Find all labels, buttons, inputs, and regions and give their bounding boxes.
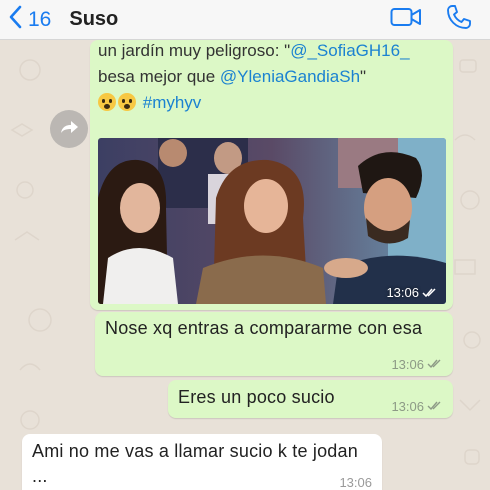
outgoing-message[interactable]: Eres un poco sucio 13:06 xyxy=(168,380,453,418)
forward-arrow-icon xyxy=(59,119,79,140)
forward-button[interactable] xyxy=(50,110,88,148)
unread-count: 16 xyxy=(28,7,52,31)
time-text: 13:06 xyxy=(339,475,372,490)
double-check-icon xyxy=(422,287,438,298)
fearful-face-emoji xyxy=(98,93,116,111)
shared-photo[interactable]: 13:06 xyxy=(98,138,446,304)
fearful-face-emoji xyxy=(118,93,136,111)
back-chevron-icon xyxy=(8,5,22,34)
message-text: Nose xq entras a compararme con esa xyxy=(105,318,423,338)
incoming-message[interactable]: Ami no me vas a llamar sucio k te jodan … xyxy=(22,434,382,490)
video-call-icon[interactable] xyxy=(390,6,422,33)
message-timestamp: 13:06 xyxy=(339,475,372,490)
time-text: 13:06 xyxy=(391,399,424,414)
double-check-icon xyxy=(427,357,443,372)
caption-text: un jardín muy peligroso: " xyxy=(98,41,291,60)
hashtag-link[interactable]: #myhyv xyxy=(143,93,202,112)
time-text: 13:06 xyxy=(386,285,419,300)
time-text: 13:06 xyxy=(391,357,424,372)
message-timestamp: 13:06 xyxy=(391,357,443,372)
media-caption: un jardín muy peligroso: "@_SofiaGH16_ b… xyxy=(98,38,448,116)
message-text: Ami no me vas a llamar sucio k te jodan … xyxy=(32,441,358,486)
outgoing-message[interactable]: Nose xq entras a compararme con esa 13:0… xyxy=(95,312,453,376)
message-timestamp: 13:06 xyxy=(391,399,443,414)
photo-timestamp: 13:06 xyxy=(386,285,438,300)
double-check-icon xyxy=(427,399,443,414)
back-button[interactable]: 16 xyxy=(8,5,51,34)
contact-name[interactable]: Suso xyxy=(69,8,118,31)
caption-text: " xyxy=(360,67,367,86)
caption-text: besa mejor que xyxy=(98,67,220,86)
mention-link[interactable]: @_SofiaGH16_ xyxy=(290,41,409,60)
media-message-bubble[interactable]: un jardín muy peligroso: "@_SofiaGH16_ b… xyxy=(90,40,453,310)
mention-link[interactable]: @YleniaGandiaSh xyxy=(220,67,360,86)
chat-header: 16 Suso xyxy=(0,0,490,40)
phone-call-icon[interactable] xyxy=(446,4,472,35)
